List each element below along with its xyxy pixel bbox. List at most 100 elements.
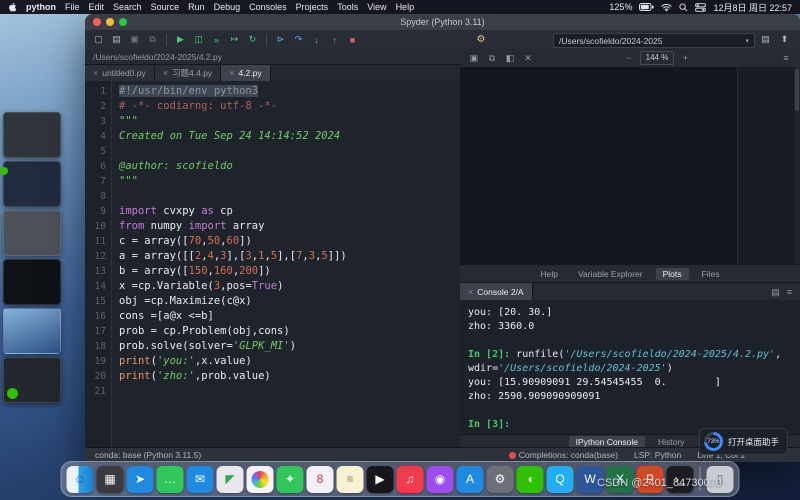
open-file-icon[interactable]: ▤ bbox=[109, 32, 124, 47]
tab-close-icon[interactable]: × bbox=[229, 68, 234, 78]
code-line[interactable]: a = array([[2,4,3],[3,1,5],[7,3,5]]) bbox=[119, 249, 460, 264]
remove-plot-icon[interactable]: ✕ bbox=[521, 51, 535, 65]
dock-icon-notes[interactable]: ≡ bbox=[337, 466, 364, 493]
menu-item-projects[interactable]: Projects bbox=[296, 2, 329, 12]
copy-plot-icon[interactable]: ⧉ bbox=[485, 51, 499, 65]
code-line[interactable]: """ bbox=[119, 114, 460, 129]
tab-close-icon[interactable]: × bbox=[468, 287, 473, 297]
code-line[interactable]: x =cp.Variable(3,pos=True) bbox=[119, 279, 460, 294]
code-line[interactable] bbox=[119, 144, 460, 159]
code-line[interactable]: print('you:',x.value) bbox=[119, 354, 460, 369]
dock-icon-launchpad[interactable]: ▦ bbox=[97, 466, 124, 493]
browse-directory-icon[interactable]: ▤ bbox=[758, 32, 773, 47]
stop-debug-icon[interactable]: ■ bbox=[345, 32, 360, 47]
zoom-out-icon[interactable]: − bbox=[622, 51, 636, 65]
code-line[interactable]: prob = cp.Problem(obj,cons) bbox=[119, 324, 460, 339]
parent-directory-icon[interactable]: ⬆ bbox=[777, 32, 792, 47]
console-line[interactable] bbox=[468, 334, 792, 348]
code-line[interactable]: @author: scofieldo bbox=[119, 159, 460, 174]
editor-code[interactable]: #!/usr/bin/env python3# -*- codiarng: ut… bbox=[112, 81, 460, 448]
dock-icon-music[interactable]: ♫ bbox=[397, 466, 424, 493]
save-plot-icon[interactable]: ▣ bbox=[467, 51, 481, 65]
dock-icon-facetime[interactable]: ✦ bbox=[277, 466, 304, 493]
code-line[interactable]: cons =[a@x <=b] bbox=[119, 309, 460, 324]
code-line[interactable]: b = array([150,160,200]) bbox=[119, 264, 460, 279]
new-file-icon[interactable]: ▢ bbox=[91, 32, 106, 47]
pane-tab-plots[interactable]: Plots bbox=[656, 268, 689, 280]
code-line[interactable]: # -*- codiarng: utf-8 -*- bbox=[119, 99, 460, 114]
menu-item-debug[interactable]: Debug bbox=[214, 2, 241, 12]
active-app-name[interactable]: python bbox=[26, 2, 56, 12]
run-cell-icon[interactable]: ◫ bbox=[191, 32, 206, 47]
inspect-icon[interactable]: ▤ bbox=[771, 287, 780, 298]
menu-item-view[interactable]: View bbox=[367, 2, 386, 12]
code-line[interactable]: import cvxpy as cp bbox=[119, 204, 460, 219]
pane-tab-help[interactable]: Help bbox=[534, 268, 565, 280]
run-selection-icon[interactable]: ↦ bbox=[227, 32, 242, 47]
pane-tab-variable-explorer[interactable]: Variable Explorer bbox=[571, 268, 650, 280]
code-line[interactable]: Created on Tue Sep 24 14:14:52 2024 bbox=[119, 129, 460, 144]
menu-item-tools[interactable]: Tools bbox=[337, 2, 358, 12]
debug-file-icon[interactable]: ⊳ bbox=[273, 32, 288, 47]
menu-item-search[interactable]: Search bbox=[113, 2, 142, 12]
scrollbar-thumb[interactable] bbox=[795, 69, 799, 111]
code-line[interactable] bbox=[119, 189, 460, 204]
browse-plots-icon[interactable]: ◧ bbox=[503, 51, 517, 65]
step-return-icon[interactable]: ↑ bbox=[327, 32, 342, 47]
console-line[interactable]: In [2]: runfile('/Users/scofieldo/2024-2… bbox=[468, 348, 792, 362]
menu-item-consoles[interactable]: Consoles bbox=[249, 2, 287, 12]
window-thumbnail-6[interactable] bbox=[3, 357, 61, 403]
pane-tab-files[interactable]: Files bbox=[695, 268, 727, 280]
menu-item-help[interactable]: Help bbox=[396, 2, 415, 12]
plots-options-menu-icon[interactable]: ≡ bbox=[779, 51, 793, 65]
save-all-icon[interactable]: ⧉ bbox=[145, 32, 160, 47]
window-thumbnail-2[interactable] bbox=[3, 161, 61, 207]
menu-item-edit[interactable]: Edit bbox=[89, 2, 105, 12]
code-line[interactable]: print('zho:',prob.value) bbox=[119, 369, 460, 384]
menu-item-run[interactable]: Run bbox=[188, 2, 205, 12]
menu-item-file[interactable]: File bbox=[65, 2, 80, 12]
code-line[interactable]: from numpy import array bbox=[119, 219, 460, 234]
rerun-cell-icon[interactable]: ↻ bbox=[245, 32, 260, 47]
code-line[interactable]: """ bbox=[119, 174, 460, 189]
tab-close-icon[interactable]: × bbox=[93, 68, 98, 78]
apple-menu-icon[interactable] bbox=[8, 2, 17, 12]
console-line[interactable]: wdir='/Users/scofieldo/2024-2025') bbox=[468, 362, 792, 376]
dock-icon-safari[interactable]: ➤ bbox=[127, 466, 154, 493]
run-cell-advance-icon[interactable]: » bbox=[209, 32, 224, 47]
code-line[interactable]: #!/usr/bin/env python3 bbox=[119, 84, 460, 99]
console-line[interactable] bbox=[468, 404, 792, 418]
dock-icon-tv[interactable]: ▶ bbox=[367, 466, 394, 493]
control-center-icon[interactable] bbox=[695, 3, 706, 12]
working-directory-selector[interactable]: /Users/scofieldo/2024-2025 ▾ bbox=[553, 33, 755, 48]
preferences-wrench-icon[interactable]: ⚙ bbox=[473, 32, 489, 47]
editor-tab-习题4.4.py[interactable]: ×习题4.4.py bbox=[155, 65, 221, 81]
wifi-icon[interactable] bbox=[661, 3, 672, 12]
dock-icon-maps[interactable]: ◤ bbox=[217, 466, 244, 493]
dock-icon-messages[interactable]: … bbox=[157, 466, 184, 493]
dock-icon-app-store[interactable]: A bbox=[457, 466, 484, 493]
zoom-in-icon[interactable]: + bbox=[678, 51, 692, 65]
dock-icon-mail[interactable]: ✉ bbox=[187, 466, 214, 493]
window-thumbnail-3[interactable] bbox=[3, 210, 61, 256]
dock-icon-podcasts[interactable]: ◉ bbox=[427, 466, 454, 493]
save-file-icon[interactable]: ▣ bbox=[127, 32, 142, 47]
plots-scrollbar[interactable] bbox=[794, 67, 800, 264]
dock-icon-wechat[interactable]: ◖ bbox=[517, 466, 544, 493]
step-over-icon[interactable]: ↷ bbox=[291, 32, 306, 47]
console-line[interactable]: zho: 3360.0 bbox=[468, 320, 792, 334]
code-line[interactable] bbox=[119, 384, 460, 399]
window-thumbnail-5[interactable] bbox=[3, 308, 61, 354]
dock-icon-calendar[interactable]: 8 bbox=[307, 466, 334, 493]
options-menu-icon[interactable]: ≡ bbox=[787, 287, 792, 298]
step-into-icon[interactable]: ↓ bbox=[309, 32, 324, 47]
menu-clock[interactable]: 12月8日 周日 22:57 bbox=[713, 1, 792, 14]
console-line[interactable]: you: [15.90909091 29.54545455 0. ] bbox=[468, 376, 792, 390]
dock-icon-photos[interactable] bbox=[247, 466, 274, 493]
window-titlebar[interactable]: Spyder (Python 3.11) bbox=[85, 14, 800, 31]
console-line[interactable]: zho: 2590.909090909091 bbox=[468, 390, 792, 404]
dock-icon-system-settings[interactable]: ⚙ bbox=[487, 466, 514, 493]
menu-item-source[interactable]: Source bbox=[151, 2, 180, 12]
search-icon[interactable] bbox=[679, 3, 688, 12]
editor-tab-4.2.py[interactable]: ×4.2.py bbox=[221, 65, 270, 81]
